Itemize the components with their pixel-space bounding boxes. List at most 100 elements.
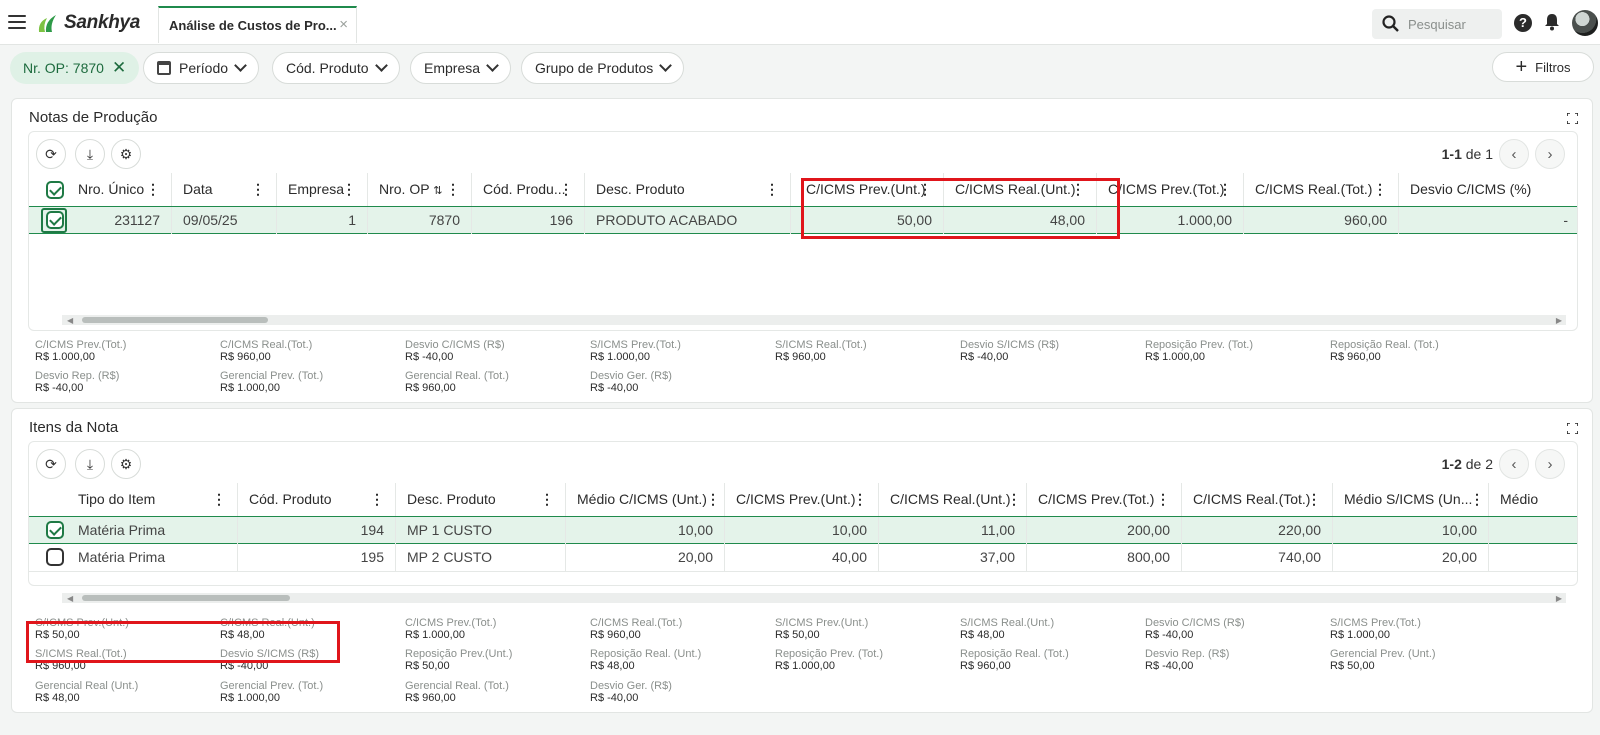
row-checkbox[interactable]	[46, 211, 64, 229]
settings-button[interactable]: ⚙	[111, 139, 141, 169]
prev-page-button[interactable]: ‹	[1499, 449, 1529, 479]
col-medio-cicms-unt[interactable]: Médio C/ICMS (Unt.) ⋮	[566, 483, 725, 516]
col-cod-produto[interactable]: Cód. Produto ⋮	[238, 483, 396, 516]
search-input[interactable]: Pesquisar	[1372, 9, 1502, 39]
col-empresa[interactable]: Empresa ⋮	[277, 173, 368, 206]
column-menu-icon[interactable]: ⋮	[559, 173, 573, 206]
total-item: Gerencial Prev. (Tot.) R$ 1.000,00	[220, 370, 324, 394]
table-row[interactable]: Matéria Prima 194 MP 1 CUSTO 10,00 10,00…	[29, 516, 1577, 544]
total-item: C/ICMS Prev.(Unt.) R$ 50,00	[35, 617, 129, 641]
column-menu-icon[interactable]: ⋮	[706, 483, 720, 516]
cell-data: 09/05/25	[172, 207, 277, 234]
col-cicms-prev-tot[interactable]: C/ICMS Prev.(Tot.) ⋮	[1027, 483, 1182, 516]
scroll-thumb[interactable]	[82, 317, 268, 323]
row-checkbox[interactable]	[46, 548, 64, 566]
column-menu-icon[interactable]: ⋮	[212, 483, 226, 516]
cell-medio-sicms-unt: 10,00	[1333, 517, 1489, 544]
filter-periodo[interactable]: Período	[143, 52, 260, 84]
col-desvio-cicms-pct[interactable]: Desvio C/ICMS (%)	[1399, 173, 1577, 206]
col-nro-op[interactable]: Nro. OP ⇅ ⋮	[368, 173, 472, 206]
scroll-right-icon[interactable]: ▶	[1556, 316, 1562, 325]
tab-analise-custos[interactable]: Análise de Custos de Pro... ×	[158, 6, 357, 43]
column-menu-icon[interactable]: ⋮	[1156, 483, 1170, 516]
brand-logo[interactable]: Sankhya	[36, 11, 140, 35]
column-menu-icon[interactable]: ⋮	[540, 483, 554, 516]
download-button[interactable]: ⤓	[75, 139, 105, 169]
sort-icon[interactable]: ⇅	[433, 185, 442, 197]
pager-range: 1-1	[1441, 146, 1462, 162]
col-cod-produto[interactable]: Cód. Produ... ⋮	[472, 173, 585, 206]
filter-cod-produto[interactable]: Cód. Produto	[272, 52, 400, 84]
scroll-right-icon[interactable]: ▶	[1556, 594, 1562, 603]
col-tipo-item[interactable]: Tipo do Item ⋮	[67, 483, 238, 516]
horizontal-scrollbar[interactable]: ◀ ▶	[62, 315, 1566, 325]
total-item: Desvio S/ICMS (R$) R$ -40,00	[220, 648, 320, 672]
column-menu-icon[interactable]: ⋮	[1007, 483, 1021, 516]
search-placeholder: Pesquisar	[1408, 17, 1466, 32]
cell-cod-produto: 196	[472, 207, 585, 234]
column-menu-icon[interactable]: ⋮	[1373, 173, 1387, 206]
col-desc-produto[interactable]: Desc. Produto ⋮	[585, 173, 791, 206]
cell-cicms-prev-tot: 1.000,00	[1097, 207, 1244, 234]
col-cicms-real-tot[interactable]: C/ICMS Real.(Tot.) ⋮	[1244, 173, 1399, 206]
col-cicms-prev-tot[interactable]: C/ICMS Prev.(Tot.) ⋮	[1097, 173, 1244, 206]
avatar[interactable]	[1572, 10, 1598, 36]
next-page-button[interactable]: ›	[1535, 449, 1565, 479]
cell-cicms-real-tot: 960,00	[1244, 207, 1399, 234]
column-menu-icon[interactable]: ⋮	[370, 483, 384, 516]
close-icon[interactable]: ✕	[112, 58, 126, 78]
settings-button[interactable]: ⚙	[111, 449, 141, 479]
filter-chip-label: Nr. OP: 7870	[23, 60, 104, 76]
column-menu-icon[interactable]: ⋮	[146, 173, 160, 206]
grid-itens: ⟳ ⤓ ⚙ 1-2 de 2 ‹ › Tipo do Item ⋮ Cód. Pr…	[28, 441, 1578, 586]
download-button[interactable]: ⤓	[75, 449, 105, 479]
bell-icon[interactable]	[1544, 13, 1560, 31]
cell-desvio-cicms-pct: -	[1563, 212, 1568, 228]
column-menu-icon[interactable]: ⋮	[918, 173, 932, 206]
horizontal-scrollbar[interactable]: ◀ ▶	[62, 593, 1566, 603]
chevron-down-icon	[659, 58, 673, 72]
filter-grupo-produtos[interactable]: Grupo de Produtos	[521, 52, 685, 84]
column-menu-icon[interactable]: ⋮	[1218, 173, 1232, 206]
row-checkbox[interactable]	[46, 521, 64, 539]
menu-icon[interactable]	[8, 15, 26, 29]
column-menu-icon[interactable]: ⋮	[342, 173, 356, 206]
column-menu-icon[interactable]: ⋮	[251, 173, 265, 206]
close-icon[interactable]: ×	[339, 16, 348, 33]
expand-icon[interactable]	[1567, 423, 1578, 434]
scroll-thumb[interactable]	[82, 595, 290, 601]
col-desc-produto[interactable]: Desc. Produto ⋮	[396, 483, 566, 516]
expand-icon[interactable]	[1567, 113, 1578, 124]
column-menu-icon[interactable]: ⋮	[1307, 483, 1321, 516]
col-cicms-real-unt[interactable]: C/ICMS Real.(Unt.) ⋮	[944, 173, 1097, 206]
col-medio-sicms-unt[interactable]: Médio S/ICMS (Un... ⋮	[1333, 483, 1489, 516]
refresh-button[interactable]: ⟳	[36, 139, 66, 169]
col-cicms-real-unt[interactable]: C/ICMS Real.(Unt.) ⋮	[879, 483, 1027, 516]
col-cicms-prev-unt[interactable]: C/ICMS Prev.(Unt.) ⋮	[725, 483, 879, 516]
filter-empresa[interactable]: Empresa	[410, 52, 512, 84]
help-icon[interactable]: ?	[1514, 14, 1532, 32]
table-row[interactable]: Matéria Prima 195 MP 2 CUSTO 20,00 40,00…	[29, 544, 1577, 572]
column-menu-icon[interactable]: ⋮	[1470, 483, 1484, 516]
col-nro-unico[interactable]: Nro. Único ⋮	[67, 173, 172, 206]
next-page-button[interactable]: ›	[1535, 139, 1565, 169]
col-data[interactable]: Data ⋮	[172, 173, 277, 206]
total-item: Gerencial Real. (Tot.) R$ 960,00	[405, 680, 509, 704]
select-all-checkbox[interactable]	[46, 181, 64, 199]
filtros-button[interactable]: + Filtros	[1492, 52, 1594, 82]
cell-cicms-real-tot: 740,00	[1182, 544, 1333, 571]
column-menu-icon[interactable]: ⋮	[1071, 173, 1085, 206]
col-cicms-real-tot[interactable]: C/ICMS Real.(Tot.) ⋮	[1182, 483, 1333, 516]
column-menu-icon[interactable]: ⋮	[853, 483, 867, 516]
column-menu-icon[interactable]: ⋮	[446, 173, 460, 206]
scroll-left-icon[interactable]: ◀	[67, 594, 73, 603]
filter-chip-nr-op[interactable]: Nr. OP: 7870 ✕	[10, 52, 140, 84]
total-item: Desvio Ger. (R$) R$ -40,00	[590, 680, 672, 704]
column-menu-icon[interactable]: ⋮	[765, 173, 779, 206]
table-row[interactable]: 231127 09/05/25 1 7870 196 PRODUTO ACABA…	[29, 206, 1577, 234]
prev-page-button[interactable]: ‹	[1499, 139, 1529, 169]
col-cicms-prev-unt[interactable]: C/ICMS Prev.(Unt.) ⋮	[791, 173, 944, 206]
col-medio[interactable]: Médio	[1489, 483, 1577, 516]
refresh-button[interactable]: ⟳	[36, 449, 66, 479]
scroll-left-icon[interactable]: ◀	[67, 316, 73, 325]
